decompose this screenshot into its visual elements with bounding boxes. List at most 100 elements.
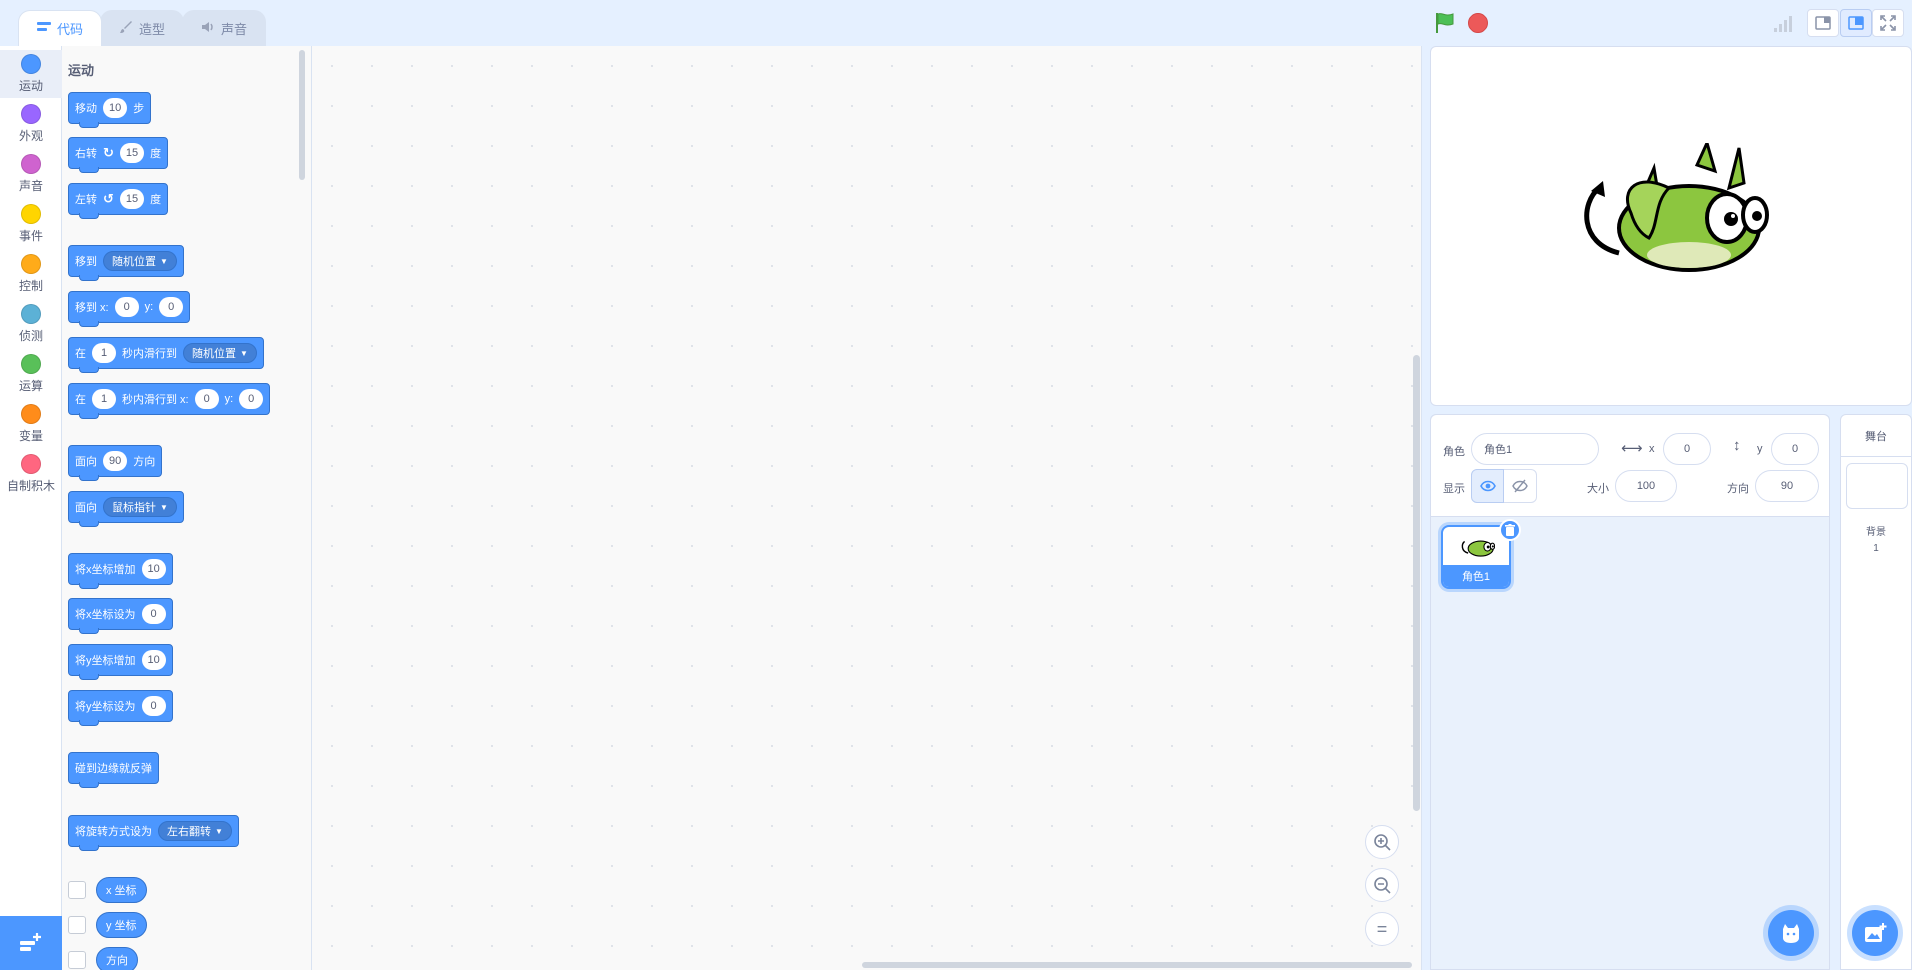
dropdown-value: 随机位置 [192,348,236,360]
block-dropdown[interactable]: 左右翻转 ▼ [158,821,232,841]
eye-icon [1479,480,1496,492]
block-number-input[interactable]: 0 [159,297,184,317]
block-change-y[interactable]: 将y坐标增加 10 [68,644,173,680]
block-move-steps[interactable]: 移动 10 步 [68,92,152,128]
category-events[interactable]: 事件 [0,200,62,248]
category-sensing[interactable]: 侦测 [0,300,62,348]
block-turn-right[interactable]: 右转 ↻ 15 度 [68,137,169,173]
show-sprite-button[interactable] [1471,469,1504,503]
zoom-out-icon [1374,877,1391,894]
block-number-input[interactable]: 1 [92,343,116,363]
delete-sprite-button[interactable] [1499,519,1521,541]
category-variables[interactable]: 变量 [0,400,62,448]
sprite-name-input[interactable]: 角色1 [1471,433,1599,465]
signal-icon [1774,14,1794,32]
block-number-input[interactable]: 10 [141,650,166,670]
caret-down-icon: ▼ [160,256,168,266]
tab-sounds[interactable]: 声音 [182,10,267,46]
zoom-out-button[interactable] [1365,868,1399,902]
fullscreen-icon [1880,15,1896,31]
stage-selector[interactable]: 舞台 背景 1 [1840,414,1912,970]
backdrop-thumbnail[interactable] [1846,463,1908,509]
category-looks[interactable]: 外观 [0,100,62,148]
category-label: 外观 [18,129,43,143]
category-control[interactable]: 控制 [0,250,62,298]
choose-backdrop-button[interactable] [1852,910,1898,956]
block-text: 将旋转方式设为 [75,826,152,838]
block-number-input[interactable]: 1 [92,389,116,409]
reporter-direction[interactable]: 方向 [96,947,138,970]
block-point-towards[interactable]: 面向 鼠标指针 ▼ [68,491,184,527]
reporter-row-direction: 方向 [68,947,138,970]
tab-costumes[interactable]: 造型 [100,10,185,46]
backdrop-label: 背景 [1866,527,1886,538]
zoom-reset-icon: = [1376,918,1388,939]
zoom-in-button[interactable] [1365,825,1399,859]
block-number-input[interactable]: 0 [141,696,166,716]
small-stage-button[interactable] [1807,9,1839,37]
workspace-vertical-scrollbar[interactable] [1413,355,1420,811]
stage-canvas[interactable] [1430,46,1912,406]
category-label: 侦测 [18,329,43,343]
reporter-y-position[interactable]: y 坐标 [96,912,147,938]
block-goto-xy[interactable]: 移到 x: 0 y: 0 [68,291,191,327]
palette-scrollbar[interactable] [299,50,305,180]
dropdown-value: 鼠标指针 [112,502,156,514]
sprite-pane: 角色 角色1 ⟷ x 0 ↕ y 0 显示 大小 100 方向 90 角色1 [1430,414,1830,970]
block-text: 在 [75,348,86,360]
normal-stage-icon [1848,16,1864,30]
block-set-x[interactable]: 将x坐标设为 0 [68,598,173,634]
block-number-input[interactable]: 0 [114,297,139,317]
block-bounce-on-edge[interactable]: 碰到边缘就反弹 [68,752,159,788]
block-number-input[interactable]: 0 [239,389,264,409]
block-point-direction[interactable]: 面向 90 方向 [68,445,163,481]
block-number-input[interactable]: 10 [103,98,128,118]
block-number-input[interactable]: 0 [141,604,166,624]
workspace-horizontal-scrollbar[interactable] [862,962,1412,968]
block-dropdown[interactable]: 随机位置 ▼ [103,251,177,271]
block-glide-to-xy[interactable]: 在 1 秒内滑行到 x: 0 y: 0 [68,383,271,419]
caret-down-icon: ▼ [215,826,223,836]
block-text: 度 [150,194,162,206]
block-glide-to[interactable]: 在 1 秒内滑行到 随机位置 ▼ [68,337,264,373]
fullscreen-button[interactable] [1872,9,1904,37]
tab-code[interactable]: 代码 [18,10,103,46]
dropdown-value: 左右翻转 [167,826,211,838]
block-number-input[interactable]: 0 [194,389,219,409]
block-change-x[interactable]: 将x坐标增加 10 [68,553,173,589]
add-extension-button[interactable] [0,916,62,970]
choose-sprite-button[interactable] [1768,910,1814,956]
zoom-reset-button[interactable]: = [1365,912,1399,946]
block-number-input[interactable]: 15 [119,143,145,163]
backdrop-count: 1 [1873,543,1879,554]
sprite-character[interactable] [1579,138,1769,276]
block-dropdown[interactable]: 鼠标指针 ▼ [103,497,177,517]
block-set-rotation-style[interactable]: 将旋转方式设为 左右翻转 ▼ [68,815,239,851]
size-input[interactable]: 100 [1615,470,1677,502]
stop-button[interactable] [1468,13,1488,33]
script-workspace[interactable] [312,46,1422,970]
block-number-input[interactable]: 10 [141,559,166,579]
block-number-input[interactable]: 15 [119,189,145,209]
category-my-blocks[interactable]: 自制积木 [0,450,62,498]
x-position-input[interactable]: 0 [1663,433,1711,465]
block-goto[interactable]: 移到 随机位置 ▼ [68,245,184,281]
tab-sounds-label: 声音 [221,22,248,37]
block-turn-left[interactable]: 左转 ↺ 15 度 [68,183,169,219]
category-operators[interactable]: 运算 [0,350,62,398]
reporter-x-position[interactable]: x 坐标 [96,877,147,903]
category-menu: 运动 外观 声音 事件 控制 侦测 运算 变量 自制积木 [0,46,62,970]
category-motion[interactable]: 运动 [0,50,62,98]
monitor-checkbox[interactable] [68,881,86,899]
normal-stage-button[interactable] [1840,9,1872,37]
block-set-y[interactable]: 将y坐标设为 0 [68,690,173,726]
y-position-input[interactable]: 0 [1771,433,1819,465]
monitor-checkbox[interactable] [68,951,86,969]
block-dropdown[interactable]: 随机位置 ▼ [183,343,257,363]
monitor-checkbox[interactable] [68,916,86,934]
green-flag-button[interactable] [1434,12,1456,34]
category-sound[interactable]: 声音 [0,150,62,198]
hide-sprite-button[interactable] [1504,469,1537,503]
direction-input[interactable]: 90 [1755,470,1819,502]
block-number-input[interactable]: 90 [103,451,128,471]
